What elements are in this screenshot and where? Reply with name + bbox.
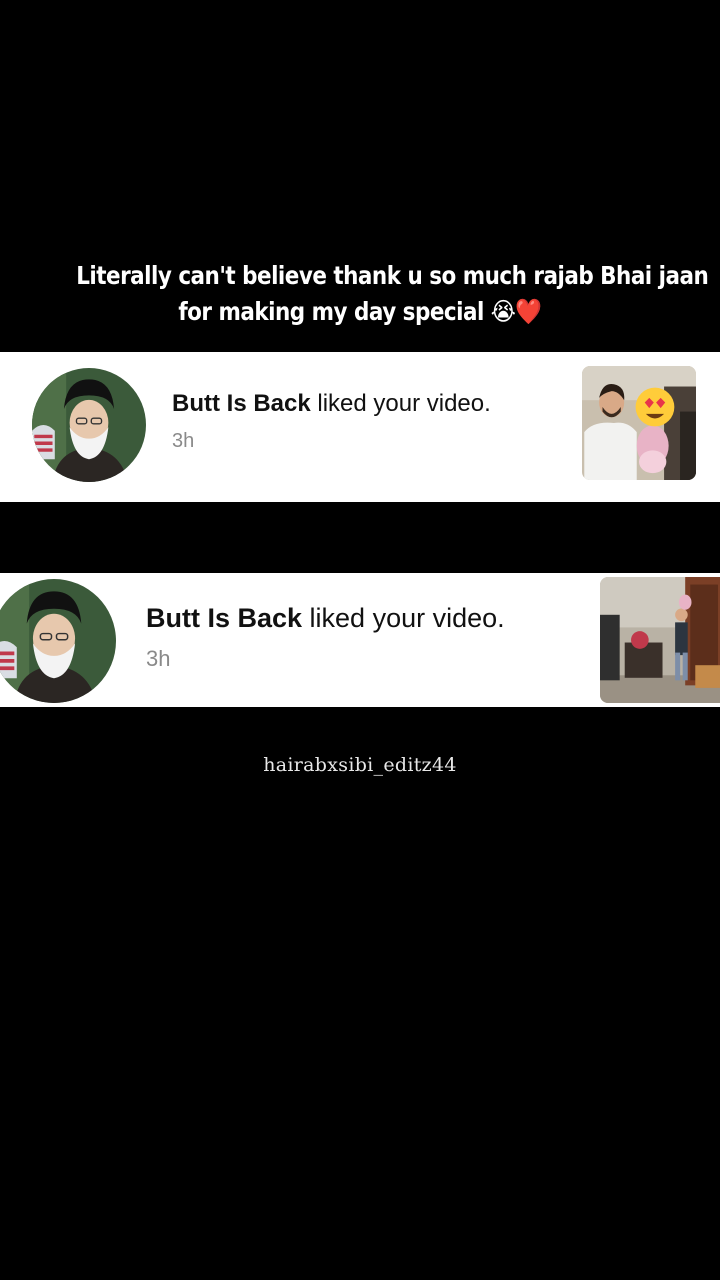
action-text: liked your video. <box>302 603 505 633</box>
username-link[interactable]: Butt Is Back <box>172 390 311 417</box>
caption-line-1: Literally can't believe thank u so much … <box>76 261 709 290</box>
username-link[interactable]: Butt Is Back <box>146 603 302 633</box>
watermark-text: hairabxsibi_editz44 <box>263 754 457 776</box>
video-thumbnail-icon <box>600 577 720 703</box>
profile-photo-icon <box>0 579 116 703</box>
notification-text: Butt Is Back liked your video. 3h <box>146 603 505 672</box>
notification-message: Butt Is Back liked your video. <box>146 603 505 634</box>
timestamp: 3h <box>146 646 171 671</box>
profile-photo-icon <box>32 368 146 482</box>
notification-like-1[interactable]: Butt Is Back liked your video. 3h <box>0 352 720 502</box>
notification-message: Butt Is Back liked your video. <box>172 390 491 418</box>
caption-line-2: for making my day special 😭❤️ <box>178 297 542 326</box>
caption-text: Literally can't believe thank u so much … <box>76 258 709 330</box>
action-text: liked your video. <box>310 390 491 417</box>
video-thumbnail[interactable] <box>600 577 720 703</box>
timestamp: 3h <box>172 430 195 452</box>
notification-text: Butt Is Back liked your video. 3h <box>172 390 491 453</box>
avatar[interactable] <box>0 579 116 703</box>
video-thumbnail-icon <box>582 366 696 480</box>
video-thumbnail[interactable] <box>582 366 696 480</box>
notification-like-2[interactable]: Butt Is Back liked your video. 3h <box>0 573 720 707</box>
avatar[interactable] <box>32 368 146 482</box>
